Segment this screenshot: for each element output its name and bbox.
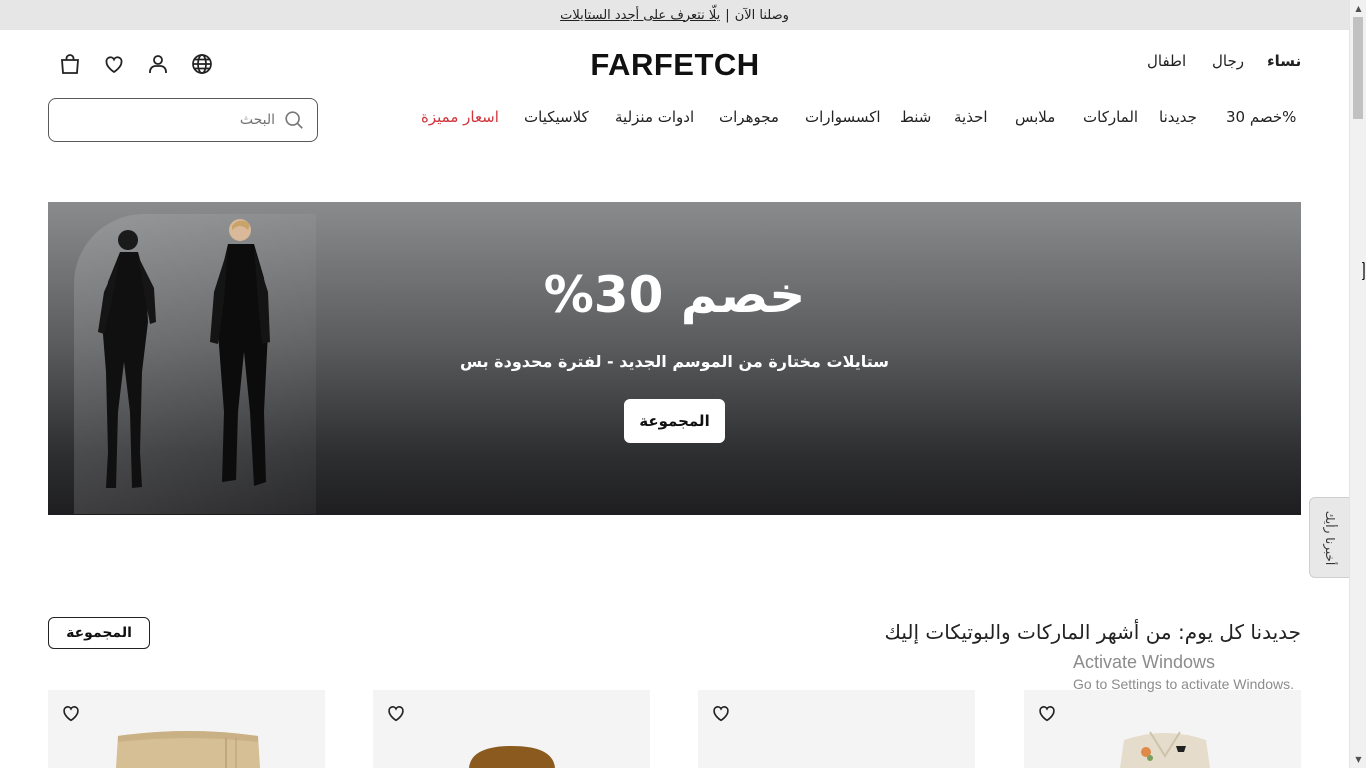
tab-kids[interactable]: اطفال	[1147, 52, 1186, 70]
nav-item-sale-30[interactable]: خصم 30%	[1226, 108, 1296, 126]
feedback-label: أخبرنا رأيك	[1322, 510, 1337, 565]
globe-icon[interactable]	[190, 52, 214, 76]
nav-item-clothing[interactable]: ملابس	[1015, 108, 1055, 126]
heart-icon[interactable]	[60, 702, 82, 724]
hero-banner[interactable]: خصم 30% ستايلات مختارة من الموسم الجديد …	[48, 202, 1301, 515]
nav-item-homeware[interactable]: ادوات منزلية	[615, 108, 694, 126]
heart-icon[interactable]	[710, 702, 732, 724]
nav-item-special-prices[interactable]: اسعار مميزة	[421, 108, 499, 126]
nav-item-bags[interactable]: شنط	[900, 108, 931, 126]
product-card[interactable]	[48, 690, 325, 768]
scroll-down-arrow-icon[interactable]: ▼	[1350, 751, 1366, 768]
product-card[interactable]	[373, 690, 650, 768]
watermark-line-2: Go to Settings to activate Windows.	[1073, 676, 1294, 692]
feedback-tab[interactable]: أخبرنا رأيك	[1309, 497, 1349, 578]
new-in-section-title: جديدنا كل يوم: من أشهر الماركات والبوتيك…	[884, 620, 1301, 644]
announcement-separator: |	[725, 7, 730, 23]
account-icon[interactable]	[146, 52, 170, 76]
product-image-cream-jacket	[1120, 731, 1210, 768]
scrollbar-thumb[interactable]	[1353, 17, 1363, 119]
hero-subtitle: ستايلات مختارة من الموسم الجديد - لفترة …	[459, 352, 890, 371]
nav-item-classics[interactable]: كلاسيكيات	[524, 108, 589, 126]
search-box[interactable]	[48, 98, 318, 142]
product-image-brown-knit	[469, 746, 555, 768]
text-cursor-icon	[1362, 262, 1365, 280]
wishlist-heart-icon[interactable]	[102, 52, 126, 76]
heart-icon[interactable]	[1036, 702, 1058, 724]
nav-item-brands[interactable]: الماركات	[1083, 108, 1138, 126]
product-card[interactable]	[1024, 690, 1301, 768]
shopping-bag-icon[interactable]	[58, 52, 82, 76]
product-card[interactable]	[698, 690, 975, 768]
nav-item-accessories[interactable]: اكسسوارات	[805, 108, 881, 126]
scroll-up-arrow-icon[interactable]: ▲	[1350, 0, 1366, 17]
page-scrollbar[interactable]: ▲ ▼	[1349, 0, 1366, 768]
announcement-text: وصلنا الآن	[734, 7, 789, 23]
announcement-bar: وصلنا الآن | يلّا نتعرف على أجدد الستايل…	[0, 0, 1349, 30]
heart-icon[interactable]	[385, 702, 407, 724]
announcement-link[interactable]: يلّا نتعرف على أجدد الستايلات	[560, 8, 720, 23]
activate-windows-watermark: Activate Windows Go to Settings to activ…	[1073, 652, 1294, 692]
search-input[interactable]	[59, 99, 275, 141]
watermark-line-1: Activate Windows	[1073, 652, 1216, 672]
hero-collection-button[interactable]: المجموعة	[624, 399, 725, 443]
section-collection-button[interactable]: المجموعة	[48, 617, 150, 649]
tab-men[interactable]: رجال	[1212, 52, 1244, 70]
nav-item-new-in[interactable]: جديدنا	[1159, 108, 1197, 126]
nav-item-shoes[interactable]: احذية	[954, 108, 988, 126]
tab-women[interactable]: نساء	[1267, 52, 1301, 70]
product-image-beige-trousers	[116, 731, 260, 768]
nav-item-jewellery[interactable]: مجوهرات	[719, 108, 779, 126]
farfetch-logo[interactable]: FARFETCH	[573, 48, 777, 82]
hero-title: خصم 30%	[543, 266, 806, 324]
search-icon[interactable]	[283, 109, 305, 131]
